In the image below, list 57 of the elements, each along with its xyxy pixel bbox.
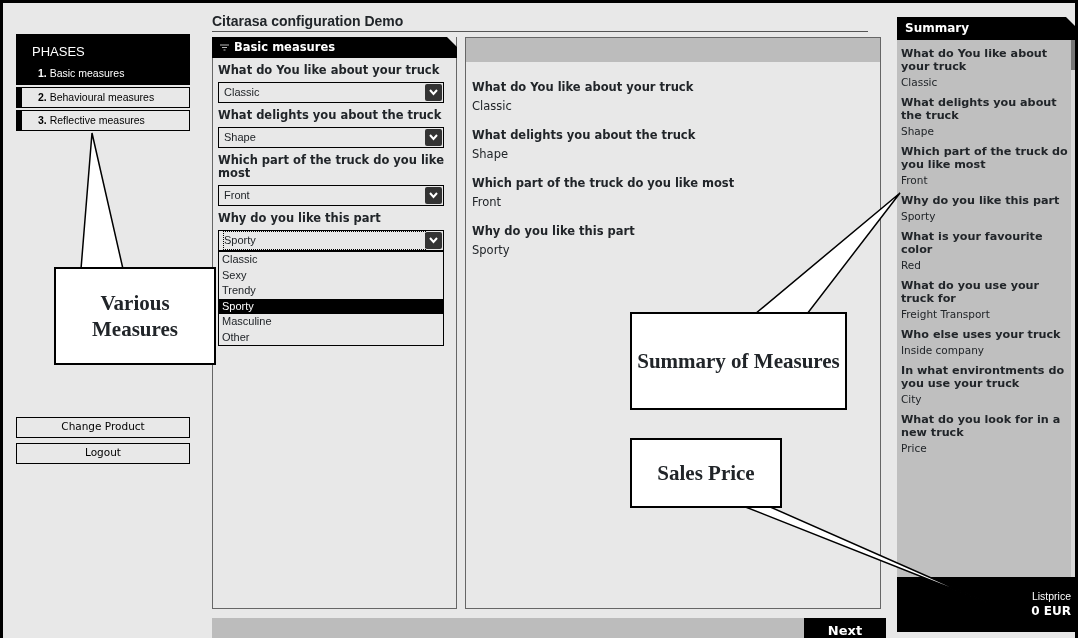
next-button[interactable]: Next	[804, 618, 886, 638]
price-value: 0 EUR	[1030, 603, 1071, 619]
page-title: Citarasa configuration Demo	[212, 3, 868, 32]
dropdown-option[interactable]: Trendy	[219, 283, 443, 299]
dropdown-option[interactable]: Other	[219, 329, 443, 345]
question-label: What do you look for in a new truck	[900, 412, 1062, 439]
menu-icon	[220, 44, 229, 51]
panel-title: Basic measures	[234, 40, 336, 54]
callout-box: Summary of Measures	[630, 312, 847, 410]
question-label: What delights you about the truck	[900, 95, 1058, 122]
question-label: What do You like about your truck	[217, 62, 441, 79]
question-label: What delights you about the truck	[217, 107, 443, 124]
question-label: Why do you like this part	[217, 210, 382, 227]
question-label: Which part of the truck do you like most	[471, 175, 736, 190]
question-label: Why do you like this part	[471, 223, 636, 238]
question-label: Who else uses your truck	[900, 327, 1062, 341]
question-label: What do You like about your truck	[471, 79, 695, 94]
answer-text: Freight Transport	[900, 307, 991, 321]
answer-text: Red	[900, 258, 922, 272]
answer-text: Classic	[900, 75, 939, 89]
callout-box: Sales Price	[630, 438, 782, 508]
scrollbar-thumb[interactable]	[1071, 40, 1075, 70]
answer-text: Shape	[900, 124, 935, 138]
answer-text: Sporty	[900, 209, 937, 223]
dropdown[interactable]: Classic	[218, 82, 444, 103]
phase-item[interactable]: 2. Behavioural measures	[16, 86, 190, 108]
dropdown[interactable]: Shape	[218, 127, 444, 148]
answer-text: City	[900, 392, 923, 406]
logout-button[interactable]: Logout	[16, 442, 190, 464]
answer-text: Front	[471, 194, 503, 209]
summary-header: Summary	[897, 17, 1075, 40]
phases-heading: PHASES	[31, 43, 86, 61]
dropdown-option[interactable]: Sexy	[219, 267, 443, 283]
dropdown-option[interactable]: Masculine	[219, 314, 443, 330]
question-label: What delights you about the truck	[471, 127, 697, 142]
question-label: In what environtments do you use your truck	[900, 363, 1066, 390]
change-product-button[interactable]: Change Product	[16, 416, 190, 438]
callout-box: Various Measures	[54, 267, 216, 365]
question-label: Which part of the truck do you like most	[900, 144, 1069, 171]
answer-text: Shape	[471, 146, 509, 161]
question-label: Why do you like this part	[900, 193, 1061, 207]
answer-text: Sporty	[471, 242, 511, 257]
question-label: What do You like about your truck	[900, 46, 1049, 73]
scrollbar[interactable]	[1071, 40, 1075, 577]
answer-text: Front	[900, 173, 929, 187]
question-label: What is your favourite color	[900, 229, 1044, 256]
dropdown-option[interactable]: Classic	[219, 252, 443, 268]
dropdown-option[interactable]: Sporty	[219, 298, 443, 314]
phase-item[interactable]: 3. Reflective measures	[16, 109, 190, 131]
answer-text: Classic	[471, 98, 513, 113]
question-label: What do you use your truck for	[900, 278, 1041, 305]
question-label: Which part of the truck do you like most	[217, 152, 445, 182]
answer-text: Price	[900, 441, 928, 455]
dropdown[interactable]: Front	[218, 185, 444, 206]
answer-text: Inside company	[900, 343, 985, 357]
price-label: Listprice	[1030, 590, 1071, 603]
dropdown[interactable]: Sporty	[218, 230, 444, 251]
